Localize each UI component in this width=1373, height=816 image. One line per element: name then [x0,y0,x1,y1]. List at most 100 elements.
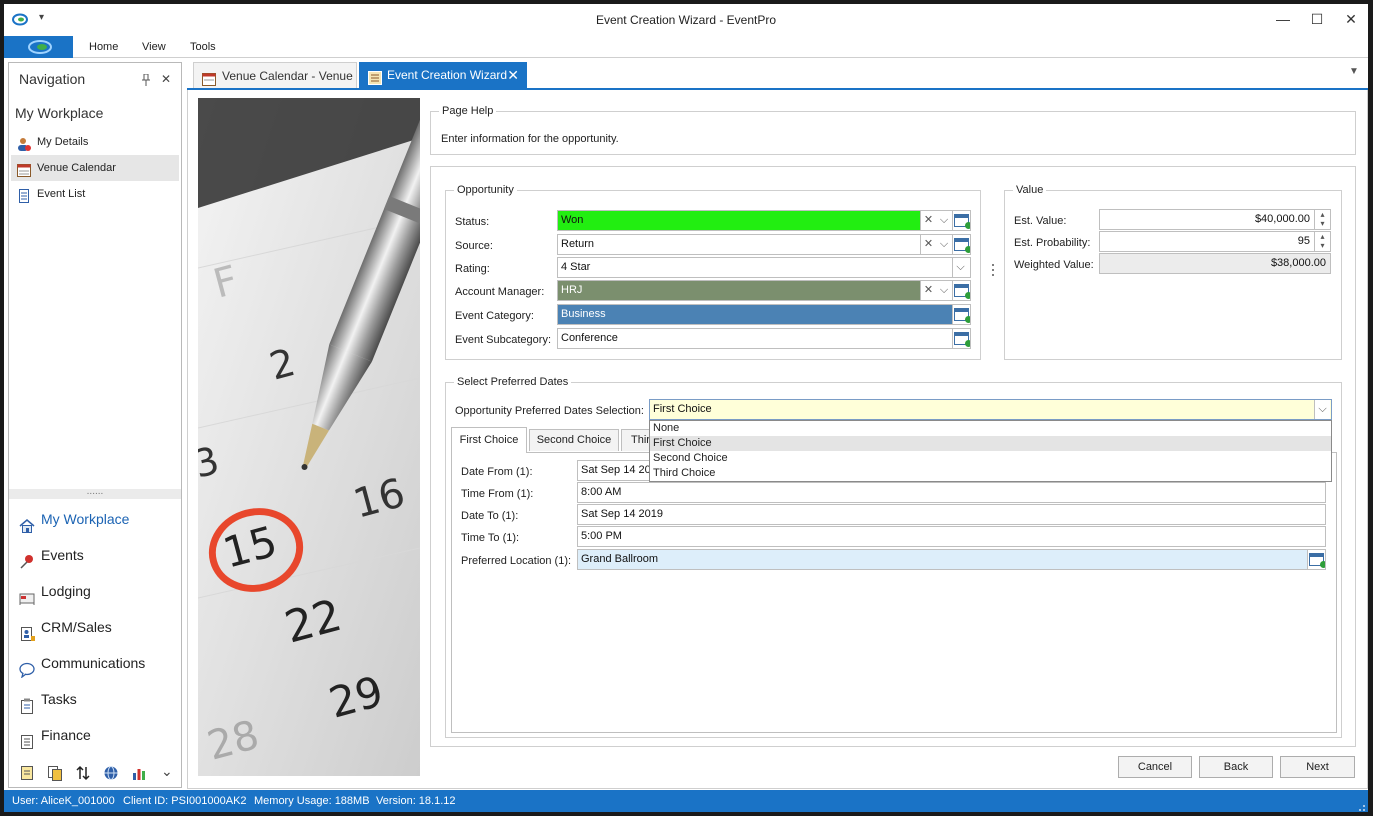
rating-field[interactable]: 4 Star ⌵ [557,257,971,278]
status-version: Version: 18.1.12 [376,795,456,807]
chevron-down-icon[interactable]: ⌄ [161,763,173,780]
event-subcategory-field[interactable]: Conference [557,328,971,349]
spin-up-icon[interactable]: ▴ [1315,210,1330,219]
notes-icon[interactable] [19,765,35,781]
module-communications[interactable]: Communications [9,645,181,681]
value-group: Value Est. Value: $40,000.00 ▴ ▾ Est. Pr… [1004,184,1342,360]
est-probability-label: Est. Probability: [1014,237,1091,249]
date-to-field[interactable]: Sat Sep 14 2019 [577,504,1326,525]
preferred-dates-selection[interactable]: First Choice ⌵ [649,399,1332,420]
documents-icon[interactable] [47,765,63,781]
module-label: CRM/Sales [41,619,112,635]
wizard-icon [368,68,382,85]
table-lookup-icon [954,238,970,253]
tab-event-creation-wizard[interactable]: Event Creation Wizard ✕ [359,62,527,88]
module-finance[interactable]: Finance [9,717,181,753]
option-second-choice[interactable]: Second Choice [650,451,1331,466]
manager-lookup-button[interactable] [952,281,970,300]
nav-item-venue-calendar[interactable]: Venue Calendar [11,155,179,181]
account-manager-value: HRJ [561,284,583,296]
time-to-field[interactable]: 5:00 PM [577,526,1326,547]
pin-icon[interactable] [141,73,151,89]
subcategory-lookup-button[interactable] [952,329,970,348]
time-from-field[interactable]: 8:00 AM [577,482,1326,503]
tab-label: Thir [631,434,650,446]
clear-source-button[interactable]: ✕ [920,235,936,254]
option-none[interactable]: None [650,421,1331,436]
close-window-button[interactable]: ✕ [1334,4,1368,34]
clear-status-button[interactable]: ✕ [920,211,936,230]
back-button[interactable]: Back [1199,756,1273,778]
category-lookup-button[interactable] [952,305,970,324]
location-lookup-button[interactable] [1307,550,1325,569]
ribbon-tab-home[interactable]: Home [89,36,118,58]
ledger-icon [19,727,35,749]
weighted-value-label: Weighted Value: [1014,259,1094,271]
event-category-field[interactable]: Business [557,304,971,325]
account-manager-field[interactable]: HRJ ✕ ⌵ [557,280,971,301]
est-value-spinner[interactable]: ▴ ▾ [1314,210,1330,229]
source-field[interactable]: Return ✕ ⌵ [557,234,971,255]
status-client-id: Client ID: PSI001000AK2 [123,795,247,807]
module-crm-sales[interactable]: CRM/Sales [9,609,181,645]
source-dropdown-button[interactable]: ⌵ [936,235,952,254]
status-dropdown-button[interactable]: ⌵ [936,211,952,230]
tab-second-choice[interactable]: Second Choice [529,429,619,451]
close-tab-button[interactable]: ✕ [507,62,519,88]
event-subcategory-label: Event Subcategory: [455,334,552,346]
preferred-location-value: Grand Ballroom [581,553,659,565]
ribbon-tab-tools[interactable]: Tools [190,36,216,58]
source-lookup-button[interactable] [952,235,970,254]
tab-first-choice[interactable]: First Choice [451,427,527,453]
nav-item-event-list[interactable]: Event List [11,181,179,207]
next-button[interactable]: Next [1280,756,1355,778]
wizard-panel: Opportunity Status: Won ✕ ⌵ Source: Retu… [430,166,1356,747]
maximize-button[interactable]: ☐ [1300,4,1334,34]
est-value-label: Est. Value: [1014,215,1067,227]
source-label: Source: [455,240,493,252]
status-lookup-button[interactable] [952,211,970,230]
module-lodging[interactable]: Lodging [9,573,181,609]
option-third-choice[interactable]: Third Choice [650,466,1331,481]
manager-dropdown-button[interactable]: ⌵ [936,281,952,300]
tab-venue-calendar[interactable]: Venue Calendar - Venue [193,62,357,88]
est-value-field[interactable]: $40,000.00 ▴ ▾ [1099,209,1331,230]
module-tasks[interactable]: Tasks [9,681,181,717]
status-field[interactable]: Won ✕ ⌵ [557,210,971,231]
tab-label: Event Creation Wizard [387,68,508,82]
cancel-button[interactable]: Cancel [1118,756,1192,778]
application-menu-button[interactable] [4,36,73,58]
nav-splitter[interactable]: ...... [9,487,181,499]
est-probability-spinner[interactable]: ▴ ▾ [1314,232,1330,251]
minimize-button[interactable]: — [1266,4,1300,34]
table-lookup-icon [954,332,970,347]
preferred-location-field[interactable]: Grand Ballroom [577,549,1326,570]
preferred-dates-title: Select Preferred Dates [454,376,572,388]
document-icon [17,187,31,203]
table-lookup-icon [954,284,970,299]
clear-manager-button[interactable]: ✕ [920,281,936,300]
spin-down-icon[interactable]: ▾ [1315,219,1330,228]
ribbon-tab-view[interactable]: View [142,36,166,58]
date-to-label: Date To (1): [461,510,519,522]
transfer-arrows-icon[interactable] [75,765,91,781]
option-first-choice[interactable]: First Choice [650,436,1331,451]
module-label: Tasks [41,691,77,707]
globe-icon[interactable] [103,765,119,781]
resize-grip-icon[interactable] [1354,798,1366,811]
selection-dropdown-button[interactable]: ⌵ [1314,400,1330,419]
module-my-workplace[interactable]: My Workplace [9,501,181,537]
rating-dropdown-button[interactable]: ⌵ [952,258,968,277]
spin-down-icon[interactable]: ▾ [1315,241,1330,250]
module-events[interactable]: Events [9,537,181,573]
panel-splitter-handle[interactable] [991,262,995,278]
spin-up-icon[interactable]: ▴ [1315,232,1330,241]
nav-item-my-details[interactable]: My Details [11,129,179,155]
date-from-value: Sat Sep 14 20 [581,464,651,476]
reports-chart-icon[interactable] [131,765,147,781]
close-navigation-button[interactable]: ✕ [161,72,171,86]
tab-list-dropdown[interactable]: ▼ [1349,66,1359,77]
house-icon [19,511,35,533]
est-probability-field[interactable]: 95 ▴ ▾ [1099,231,1331,252]
status-memory: Memory Usage: 188MB [254,795,370,807]
